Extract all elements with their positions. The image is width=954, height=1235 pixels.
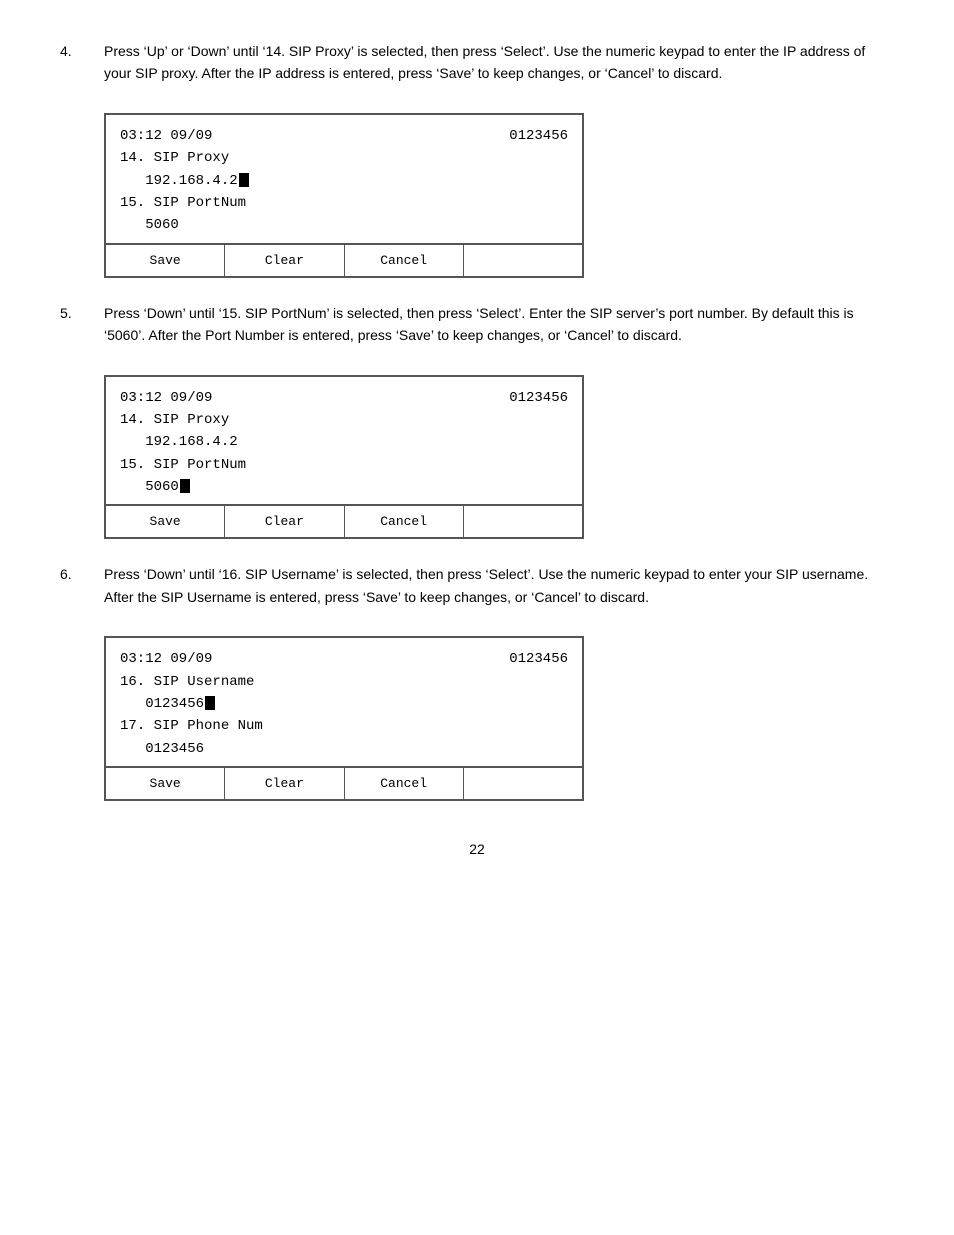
screen-3-cursor <box>205 696 215 710</box>
screen-2-id: 0123456 <box>509 387 568 409</box>
screen-1-clear-button[interactable]: Clear <box>225 245 344 276</box>
screen-2-time: 03:12 09/09 <box>120 387 212 409</box>
screen-2-save-button[interactable]: Save <box>106 506 225 537</box>
screen-3-time: 03:12 09/09 <box>120 648 212 670</box>
step-6-number: 6. <box>60 563 88 608</box>
screen-2-line-2: 15. SIP PortNum <box>120 454 568 476</box>
screen-1-body: 03:12 09/09 0123456 14. SIP Proxy 192.16… <box>106 115 582 243</box>
screen-2-clear-button[interactable]: Clear <box>225 506 344 537</box>
step-5-text: Press ‘Down’ until ‘15. SIP PortNum’ is … <box>104 302 894 347</box>
screen-1-save-button[interactable]: Save <box>106 245 225 276</box>
screen-2-line-0: 14. SIP Proxy <box>120 409 568 431</box>
screen-1-line-2: 15. SIP PortNum <box>120 192 568 214</box>
screen-1-cursor <box>239 173 249 187</box>
screen-3-cancel-button[interactable]: Cancel <box>345 768 464 799</box>
screen-1-line-3: 5060 <box>120 214 568 236</box>
screen-1-cancel-button[interactable]: Cancel <box>345 245 464 276</box>
page-content: 4. Press ‘Up’ or ‘Down’ until ‘14. SIP P… <box>60 40 894 857</box>
step-4-block: 4. Press ‘Up’ or ‘Down’ until ‘14. SIP P… <box>60 40 894 85</box>
screen-3-line-0: 16. SIP Username <box>120 671 568 693</box>
screen-3: 03:12 09/09 0123456 16. SIP Username 012… <box>104 636 584 801</box>
step-5-block: 5. Press ‘Down’ until ‘15. SIP PortNum’ … <box>60 302 894 347</box>
screen-3-header: 03:12 09/09 0123456 <box>120 648 568 670</box>
screen-1-id: 0123456 <box>509 125 568 147</box>
screen-3-line-2: 17. SIP Phone Num <box>120 715 568 737</box>
screen-2-cancel-button[interactable]: Cancel <box>345 506 464 537</box>
screen-1-time: 03:12 09/09 <box>120 125 212 147</box>
screen-2-line-3: 5060 <box>120 476 568 498</box>
screen-2-body: 03:12 09/09 0123456 14. SIP Proxy 192.16… <box>106 377 582 505</box>
screen-2-header: 03:12 09/09 0123456 <box>120 387 568 409</box>
step-4-text: Press ‘Up’ or ‘Down’ until ‘14. SIP Prox… <box>104 40 894 85</box>
screen-3-save-button[interactable]: Save <box>106 768 225 799</box>
screen-2-cursor <box>180 479 190 493</box>
screen-3-empty-button[interactable] <box>464 768 582 799</box>
screen-1: 03:12 09/09 0123456 14. SIP Proxy 192.16… <box>104 113 584 278</box>
screen-3-buttons: Save Clear Cancel <box>106 766 582 799</box>
screen-3-id: 0123456 <box>509 648 568 670</box>
step-4-number: 4. <box>60 40 88 85</box>
screen-2: 03:12 09/09 0123456 14. SIP Proxy 192.16… <box>104 375 584 540</box>
screen-2-line-1: 192.168.4.2 <box>120 431 568 453</box>
screen-2-empty-button[interactable] <box>464 506 582 537</box>
screen-3-line-3: 0123456 <box>120 738 568 760</box>
step-6-text: Press ‘Down’ until ‘16. SIP Username’ is… <box>104 563 894 608</box>
screen-3-clear-button[interactable]: Clear <box>225 768 344 799</box>
screen-1-empty-button[interactable] <box>464 245 582 276</box>
screen-1-header: 03:12 09/09 0123456 <box>120 125 568 147</box>
screen-3-line-1: 0123456 <box>120 693 568 715</box>
step-6-block: 6. Press ‘Down’ until ‘16. SIP Username’… <box>60 563 894 608</box>
step-5-number: 5. <box>60 302 88 347</box>
page-number: 22 <box>60 841 894 857</box>
screen-3-body: 03:12 09/09 0123456 16. SIP Username 012… <box>106 638 582 766</box>
screen-1-line-0: 14. SIP Proxy <box>120 147 568 169</box>
screen-1-buttons: Save Clear Cancel <box>106 243 582 276</box>
screen-2-buttons: Save Clear Cancel <box>106 504 582 537</box>
screen-1-line-1: 192.168.4.2 <box>120 170 568 192</box>
